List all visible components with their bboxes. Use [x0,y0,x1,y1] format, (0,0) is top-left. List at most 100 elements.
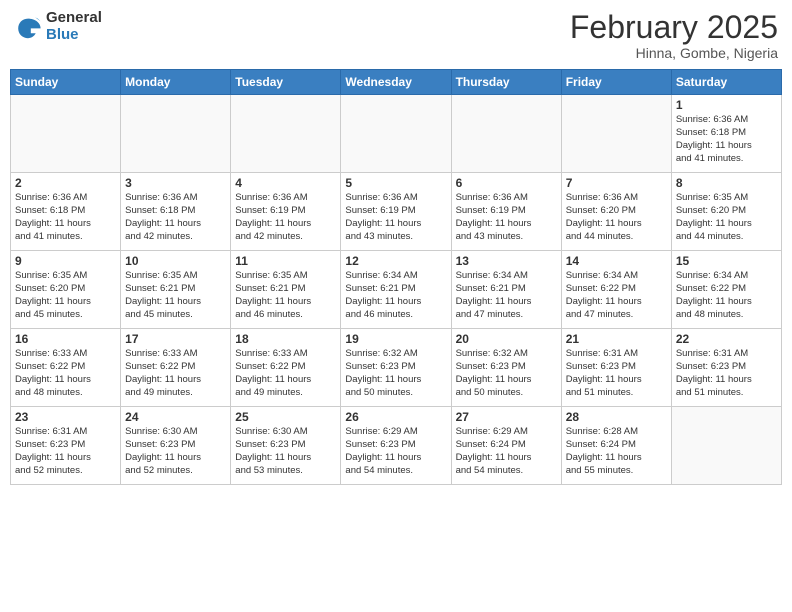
day-info: Sunrise: 6:36 AM Sunset: 6:18 PM Dayligh… [676,114,777,165]
logo-icon [14,13,42,41]
week-row-5: 23Sunrise: 6:31 AM Sunset: 6:23 PM Dayli… [11,407,782,485]
calendar-cell: 16 Sunrise: 6:33 AM Sunset: 6:22 PM Dayli… [11,329,121,407]
day-info: Sunrise: 6:31 AM Sunset: 6:23 PM Dayligh… [566,348,667,399]
day-info: Sunrise: 6:29 AM Sunset: 6:24 PM Dayligh… [456,426,557,477]
weekday-header-friday: Friday [561,70,671,95]
calendar-cell: 2 Sunrise: 6:36 AM Sunset: 6:18 PM Daylig… [11,173,121,251]
day-info: Sunrise: 6:31 AM Sunset: 6:23 PM Dayligh… [15,426,116,477]
calendar-cell: 20 Sunrise: 6:32 AM Sunset: 6:23 PM Dayli… [451,329,561,407]
header: General Blue February 2025 Hinna, Gombe,… [10,10,782,61]
day-info: Sunrise: 6:36 AM Sunset: 6:19 PM Dayligh… [345,192,446,243]
day-info: Sunrise: 6:34 AM Sunset: 6:22 PM Dayligh… [676,270,777,321]
logo: General Blue [14,10,102,43]
day-info: Sunrise: 6:36 AM Sunset: 6:19 PM Dayligh… [456,192,557,243]
day-info: Sunrise: 6:34 AM Sunset: 6:22 PM Dayligh… [566,270,667,321]
day-number: 16 [15,332,116,346]
day-number: 22 [676,332,777,346]
day-info: Sunrise: 6:34 AM Sunset: 6:21 PM Dayligh… [345,270,446,321]
day-number: 12 [345,254,446,268]
calendar-cell [451,95,561,173]
day-number: 24 [125,410,226,424]
day-number: 7 [566,176,667,190]
calendar-cell: 7 Sunrise: 6:36 AM Sunset: 6:20 PM Daylig… [561,173,671,251]
day-info: Sunrise: 6:36 AM Sunset: 6:18 PM Dayligh… [15,192,116,243]
day-number: 5 [345,176,446,190]
calendar-cell: 24 Sunrise: 6:30 AM Sunset: 6:23 PM Dayli… [121,407,231,485]
day-info: Sunrise: 6:30 AM Sunset: 6:23 PM Dayligh… [235,426,336,477]
day-number: 21 [566,332,667,346]
calendar-cell: 9 Sunrise: 6:35 AM Sunset: 6:20 PM Daylig… [11,251,121,329]
day-info: Sunrise: 6:35 AM Sunset: 6:20 PM Dayligh… [15,270,116,321]
calendar-cell [231,95,341,173]
calendar-cell: 22 Sunrise: 6:31 AM Sunset: 6:23 PM Dayli… [671,329,781,407]
day-number: 15 [676,254,777,268]
day-number: 6 [456,176,557,190]
logo-text: General Blue [46,10,102,43]
day-number: 11 [235,254,336,268]
calendar-cell: 12 Sunrise: 6:34 AM Sunset: 6:21 PM Dayli… [341,251,451,329]
day-number: 14 [566,254,667,268]
calendar-cell: 4Sunrise: 6:36 AM Sunset: 6:19 PM Daylig… [231,173,341,251]
day-info: Sunrise: 6:32 AM Sunset: 6:23 PM Dayligh… [345,348,446,399]
calendar-cell [561,95,671,173]
day-number: 10 [125,254,226,268]
day-number: 26 [345,410,446,424]
day-number: 20 [456,332,557,346]
day-info: Sunrise: 6:31 AM Sunset: 6:23 PM Dayligh… [676,348,777,399]
calendar-cell [11,95,121,173]
weekday-header-saturday: Saturday [671,70,781,95]
day-number: 19 [345,332,446,346]
day-info: Sunrise: 6:36 AM Sunset: 6:20 PM Dayligh… [566,192,667,243]
day-number: 13 [456,254,557,268]
calendar-cell: 3 Sunrise: 6:36 AM Sunset: 6:18 PM Daylig… [121,173,231,251]
day-info: Sunrise: 6:33 AM Sunset: 6:22 PM Dayligh… [15,348,116,399]
day-info: Sunrise: 6:34 AM Sunset: 6:21 PM Dayligh… [456,270,557,321]
day-info: Sunrise: 6:30 AM Sunset: 6:23 PM Dayligh… [125,426,226,477]
calendar-cell: 25 Sunrise: 6:30 AM Sunset: 6:23 PM Dayli… [231,407,341,485]
week-row-1: 1 Sunrise: 6:36 AM Sunset: 6:18 PM Daylig… [11,95,782,173]
title-area: February 2025 Hinna, Gombe, Nigeria [570,10,778,61]
weekday-header-sunday: Sunday [11,70,121,95]
calendar-cell: 13 Sunrise: 6:34 AM Sunset: 6:21 PM Dayli… [451,251,561,329]
calendar-cell: 10Sunrise: 6:35 AM Sunset: 6:21 PM Dayli… [121,251,231,329]
weekday-header-monday: Monday [121,70,231,95]
day-info: Sunrise: 6:33 AM Sunset: 6:22 PM Dayligh… [235,348,336,399]
logo-blue-text: Blue [46,27,102,44]
day-info: Sunrise: 6:29 AM Sunset: 6:23 PM Dayligh… [345,426,446,477]
week-row-4: 16 Sunrise: 6:33 AM Sunset: 6:22 PM Dayli… [11,329,782,407]
weekday-header-tuesday: Tuesday [231,70,341,95]
weekday-header-wednesday: Wednesday [341,70,451,95]
calendar-cell: 21 Sunrise: 6:31 AM Sunset: 6:23 PM Dayli… [561,329,671,407]
day-info: Sunrise: 6:28 AM Sunset: 6:24 PM Dayligh… [566,426,667,477]
day-info: Sunrise: 6:33 AM Sunset: 6:22 PM Dayligh… [125,348,226,399]
day-number: 2 [15,176,116,190]
calendar-cell: 6 Sunrise: 6:36 AM Sunset: 6:19 PM Daylig… [451,173,561,251]
day-number: 18 [235,332,336,346]
day-number: 3 [125,176,226,190]
day-info: Sunrise: 6:36 AM Sunset: 6:18 PM Dayligh… [125,192,226,243]
calendar-cell [671,407,781,485]
day-info: Sunrise: 6:32 AM Sunset: 6:23 PM Dayligh… [456,348,557,399]
day-number: 9 [15,254,116,268]
day-info: Sunrise: 6:35 AM Sunset: 6:21 PM Dayligh… [235,270,336,321]
weekday-header-thursday: Thursday [451,70,561,95]
calendar-cell: 26 Sunrise: 6:29 AM Sunset: 6:23 PM Dayli… [341,407,451,485]
calendar-cell: 27Sunrise: 6:29 AM Sunset: 6:24 PM Dayli… [451,407,561,485]
calendar-cell: 28Sunrise: 6:28 AM Sunset: 6:24 PM Dayli… [561,407,671,485]
day-number: 8 [676,176,777,190]
calendar-cell: 14 Sunrise: 6:34 AM Sunset: 6:22 PM Dayli… [561,251,671,329]
day-number: 4 [235,176,336,190]
logo-general-text: General [46,10,102,27]
month-title: February 2025 [570,10,778,45]
day-info: Sunrise: 6:35 AM Sunset: 6:20 PM Dayligh… [676,192,777,243]
day-number: 25 [235,410,336,424]
calendar-cell: 19 Sunrise: 6:32 AM Sunset: 6:23 PM Dayli… [341,329,451,407]
day-number: 1 [676,98,777,112]
calendar-cell: 5 Sunrise: 6:36 AM Sunset: 6:19 PM Daylig… [341,173,451,251]
calendar-cell: 18 Sunrise: 6:33 AM Sunset: 6:22 PM Dayli… [231,329,341,407]
location: Hinna, Gombe, Nigeria [570,45,778,61]
calendar-cell: 17Sunrise: 6:33 AM Sunset: 6:22 PM Dayli… [121,329,231,407]
week-row-2: 2 Sunrise: 6:36 AM Sunset: 6:18 PM Daylig… [11,173,782,251]
calendar-cell [121,95,231,173]
calendar-cell: 23Sunrise: 6:31 AM Sunset: 6:23 PM Dayli… [11,407,121,485]
